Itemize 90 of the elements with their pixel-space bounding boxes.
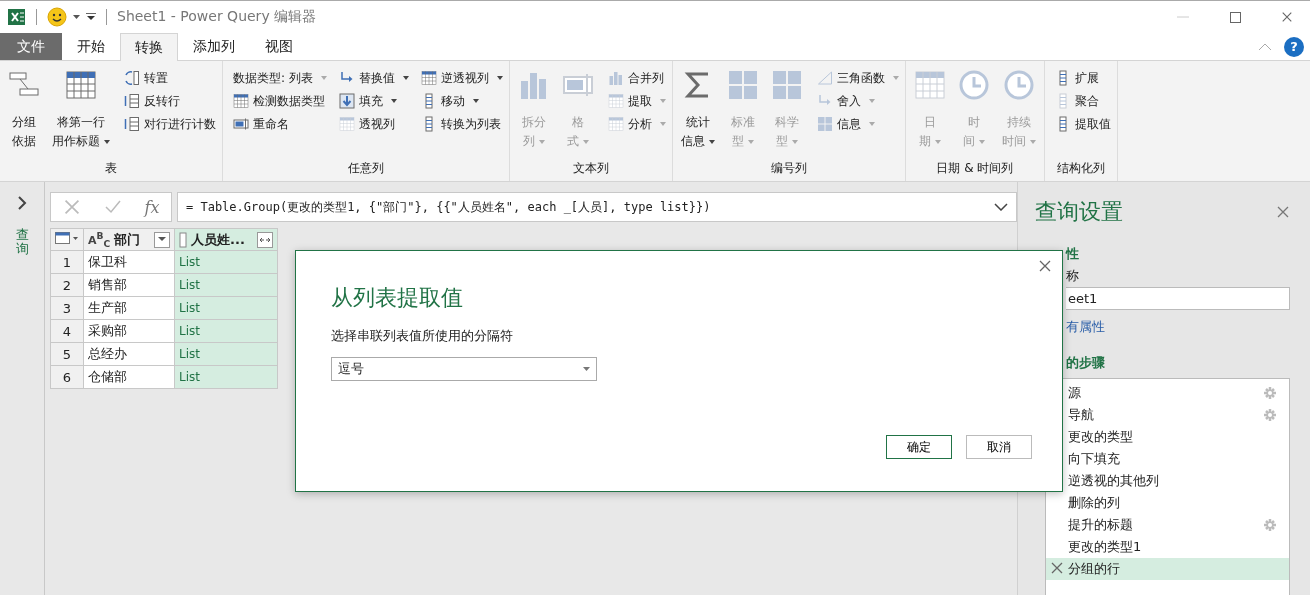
panel-title: 查询设置 (1035, 198, 1123, 226)
ribbon-tab[interactable]: 转换 (120, 33, 178, 61)
formula-field[interactable]: = Table.Group(更改的类型1, {"部门"}, {{"人员姓名", each _[人员], type list}}) (177, 192, 1017, 222)
applied-step[interactable]: 删除的列 (1046, 492, 1289, 514)
customize-menu-icon[interactable] (86, 13, 96, 21)
smiley-icon[interactable] (47, 7, 67, 27)
row-number: 5 (50, 342, 84, 366)
ribbon-button[interactable]: 转置 (121, 68, 219, 88)
delete-step-icon (1050, 560, 1064, 575)
expand-button[interactable] (257, 231, 273, 248)
dialog-title: 从列表提取值 (331, 284, 464, 312)
group-label: 表 (104, 160, 118, 177)
applied-step[interactable]: 更改的类型1 (1046, 536, 1289, 558)
table-cell: 仓储部 (83, 365, 175, 389)
section-heading: 的步骤 (1066, 354, 1106, 372)
section-heading: 性 (1066, 245, 1080, 263)
spreadsheet-icon[interactable] (8, 8, 26, 26)
name-field[interactable]: eet1 (1066, 287, 1290, 310)
close-icon (1038, 259, 1052, 273)
chevron-icon[interactable] (994, 203, 1008, 211)
group-label: 结构化列 (1055, 160, 1106, 177)
close-icon (1281, 11, 1293, 23)
expand-arrows-icon (259, 235, 271, 244)
caret-icon (158, 237, 166, 242)
maximize-icon (1229, 11, 1241, 23)
ribbon-button[interactable]: 重命名 (230, 114, 330, 134)
help-icon[interactable]: ? (1284, 36, 1304, 57)
table-cell: 采购部 (83, 319, 175, 343)
field-label: 称 (1066, 267, 1080, 285)
unpivot-icon (420, 70, 437, 86)
applied-step[interactable]: 源 (1046, 382, 1289, 404)
ribbon-tab[interactable]: 添加列 (178, 33, 250, 60)
ribbon-button[interactable]: 逆透视列 (417, 68, 506, 88)
ribbon-button[interactable]: 转换为列表 (417, 114, 506, 134)
field-label: 选择串联列表值所使用的分隔符 (331, 327, 514, 345)
row-number: 6 (50, 365, 84, 389)
queries-pane-label[interactable]: 查询 (15, 228, 29, 257)
check-icon (103, 198, 122, 216)
applied-step[interactable]: 提升的标题 (1046, 514, 1289, 536)
ribbon-button[interactable]: 移动 (417, 91, 506, 111)
column-header: 部门 (114, 230, 141, 249)
filter-button[interactable] (154, 231, 170, 248)
all-properties-link[interactable]: 有属性 (1066, 318, 1105, 336)
ribbon-button[interactable]: 反转行 (121, 91, 219, 111)
table-menu-icon[interactable] (55, 231, 79, 245)
dialog-button[interactable]: 取消 (966, 435, 1032, 459)
list-type-icon (179, 231, 187, 248)
close-icon (1276, 205, 1290, 219)
caret-icon (583, 367, 590, 371)
ribbon-tab[interactable]: 开始 (62, 33, 120, 60)
ribbon-button[interactable]: 扩展 (1051, 68, 1114, 88)
column-header: 人员姓... (191, 230, 245, 249)
applied-step[interactable]: 分组的行 (1046, 558, 1289, 580)
function-label[interactable]: fx (144, 197, 160, 217)
ribbon-button[interactable]: 填充 (335, 91, 412, 111)
table-cell: 总经办 (83, 342, 175, 366)
applied-step[interactable]: 导航 (1046, 404, 1289, 426)
table-icon (65, 69, 97, 101)
clock-icon (957, 69, 990, 101)
transpose-icon (124, 70, 140, 86)
group-label: 文本列 (571, 160, 610, 177)
row-number: 4 (50, 319, 84, 343)
row-number: 1 (50, 250, 84, 274)
window-title: Sheet1 - Power Query 编辑器 (117, 8, 317, 26)
ribbon-button[interactable]: 替换值 (335, 68, 412, 88)
dialog-button[interactable]: 确定 (886, 435, 952, 459)
table-cell: 生产部 (83, 296, 175, 320)
file-tab[interactable]: 文件 (0, 33, 62, 60)
fill-down-icon (338, 93, 355, 109)
separator-dropdown[interactable]: 逗号 (331, 357, 597, 381)
expand-pane-icon[interactable] (17, 196, 27, 210)
row-number: 3 (50, 296, 84, 320)
group-label: 任意列 (346, 160, 385, 177)
table-cell: 销售部 (83, 273, 175, 297)
ribbon-button[interactable]: 提取值 (1051, 114, 1114, 134)
table-cell: 保卫科 (83, 250, 175, 274)
ribbon-button[interactable]: 统计 信息 (675, 67, 720, 157)
group-label: 日期 & 时间列 (935, 160, 1015, 177)
ribbon-button[interactable]: 对行进行计数 (121, 114, 219, 134)
cancel-icon (62, 198, 81, 216)
rename-icon (233, 116, 249, 132)
ribbon-tab[interactable]: 视图 (250, 33, 308, 60)
ribbon-button[interactable]: 分组 依据 (3, 67, 45, 157)
dropdown-icon[interactable] (73, 14, 80, 20)
ribbon-button[interactable]: 检测数据类型 (230, 91, 330, 111)
ribbon-button[interactable]: 将第一行 用作标题 (47, 67, 115, 157)
group-label: 编号列 (769, 160, 808, 177)
row-number: 2 (50, 273, 84, 297)
calendar-icon (913, 69, 946, 101)
trig-icon (816, 70, 833, 86)
